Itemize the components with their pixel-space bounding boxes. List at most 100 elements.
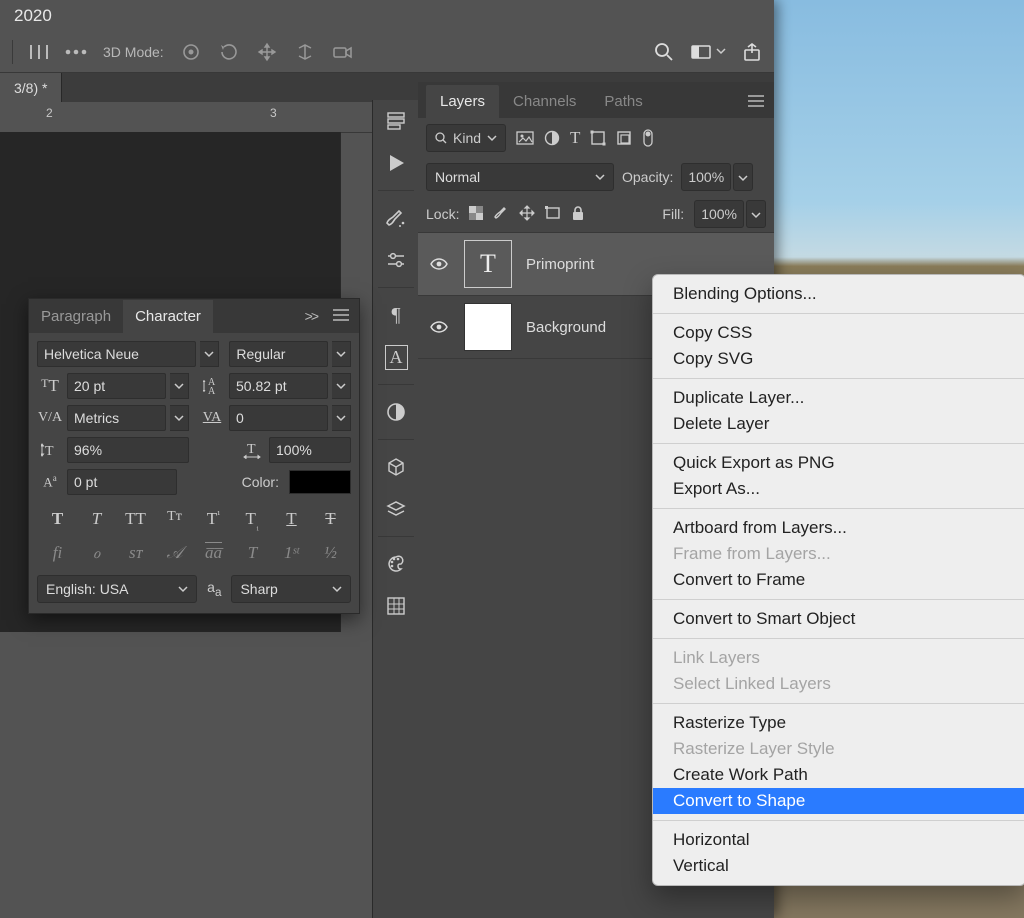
- font-family-select[interactable]: Helvetica Neue: [37, 341, 196, 367]
- ordinal-1st-button[interactable]: 1ˢᵗ: [278, 543, 306, 563]
- font-family-caret[interactable]: [200, 341, 219, 367]
- color-swatch[interactable]: [289, 470, 351, 494]
- menu-item-quick-export-as-png[interactable]: Quick Export as PNG: [653, 450, 1024, 476]
- paragraph-panel-icon[interactable]: ¶: [373, 294, 419, 336]
- menu-item-convert-to-shape[interactable]: Convert to Shape: [653, 788, 1024, 814]
- faux-italic-button[interactable]: T: [83, 509, 111, 531]
- tab-channels[interactable]: Channels: [499, 85, 590, 118]
- camera-icon[interactable]: [332, 43, 354, 61]
- panel-menu-icon[interactable]: [323, 308, 359, 324]
- antialias-select[interactable]: Sharp: [231, 575, 351, 603]
- strikethrough-button[interactable]: T: [317, 509, 345, 531]
- menu-item-copy-css[interactable]: Copy CSS: [653, 320, 1024, 346]
- font-style-caret[interactable]: [332, 341, 351, 367]
- opacity-caret[interactable]: [733, 163, 753, 191]
- stylistic-button[interactable]: sᴛ: [122, 543, 150, 563]
- fractions-button[interactable]: ½: [317, 543, 345, 563]
- menu-item-delete-layer[interactable]: Delete Layer: [653, 411, 1024, 437]
- baseline-input[interactable]: 0 pt: [67, 469, 177, 495]
- tab-character[interactable]: Character: [123, 300, 213, 333]
- menu-item-vertical[interactable]: Vertical: [653, 853, 1024, 879]
- filter-adjust-icon[interactable]: [544, 130, 560, 146]
- ligatures-button[interactable]: fi: [44, 543, 72, 563]
- subscript-button[interactable]: T₁: [239, 509, 267, 531]
- faux-bold-button[interactable]: T: [44, 509, 72, 531]
- share-icon[interactable]: [742, 42, 762, 62]
- titling-button[interactable]: a̅a̅: [200, 543, 228, 563]
- doc-tab[interactable]: 3/8) *: [0, 73, 62, 103]
- filter-shape-icon[interactable]: [590, 130, 606, 146]
- filter-toggle-icon[interactable]: [642, 128, 654, 148]
- kerning-input[interactable]: Metrics: [67, 405, 166, 431]
- panel-menu-icon[interactable]: [738, 86, 774, 118]
- vscale-input[interactable]: 96%: [67, 437, 189, 463]
- properties-grid-icon[interactable]: [373, 585, 419, 627]
- search-icon[interactable]: [654, 42, 674, 62]
- screen-mode-icon[interactable]: [690, 43, 726, 61]
- menu-item-rasterize-type[interactable]: Rasterize Type: [653, 710, 1024, 736]
- visibility-toggle[interactable]: [428, 257, 450, 271]
- lock-pixels-icon[interactable]: [493, 205, 509, 224]
- tab-paragraph[interactable]: Paragraph: [29, 300, 123, 333]
- leading-caret[interactable]: [332, 373, 351, 399]
- roll-icon[interactable]: [218, 42, 240, 62]
- menu-item-duplicate-layer[interactable]: Duplicate Layer...: [653, 385, 1024, 411]
- brush-settings-icon[interactable]: [373, 239, 419, 281]
- menu-item-artboard-from-layers[interactable]: Artboard from Layers...: [653, 515, 1024, 541]
- filter-smart-icon[interactable]: [616, 130, 632, 146]
- ordinals-button[interactable]: T: [239, 543, 267, 563]
- hscale-input[interactable]: 100%: [269, 437, 351, 463]
- layer-name[interactable]: Primoprint: [526, 256, 594, 273]
- history-panel-icon[interactable]: [373, 100, 419, 142]
- menu-item-convert-to-frame[interactable]: Convert to Frame: [653, 567, 1024, 593]
- orbit-icon[interactable]: [180, 42, 202, 62]
- expand-icon[interactable]: >>: [299, 308, 323, 324]
- lock-artboard-icon[interactable]: [545, 205, 561, 224]
- tab-layers[interactable]: Layers: [426, 85, 499, 118]
- slide-icon[interactable]: [294, 42, 316, 62]
- filter-type-icon[interactable]: T: [570, 128, 580, 148]
- smallcaps-button[interactable]: Tᴛ: [161, 509, 189, 531]
- adjustments-icon[interactable]: [373, 391, 419, 433]
- tab-paths[interactable]: Paths: [590, 85, 656, 118]
- layers-small-icon[interactable]: [373, 488, 419, 530]
- underline-button[interactable]: T: [278, 509, 306, 531]
- visibility-toggle[interactable]: [428, 320, 450, 334]
- menu-item-copy-svg[interactable]: Copy SVG: [653, 346, 1024, 372]
- filter-pixel-icon[interactable]: [516, 130, 534, 146]
- blend-mode-select[interactable]: Normal: [426, 163, 614, 191]
- actions-play-icon[interactable]: [373, 142, 419, 184]
- language-select[interactable]: English: USA: [37, 575, 197, 603]
- kind-filter-select[interactable]: Kind: [426, 124, 506, 152]
- align-icon[interactable]: [29, 43, 49, 61]
- superscript-button[interactable]: T¹: [200, 509, 228, 531]
- lock-position-icon[interactable]: [519, 205, 535, 224]
- menu-item-export-as[interactable]: Export As...: [653, 476, 1024, 502]
- font-size-input[interactable]: 20 pt: [67, 373, 166, 399]
- font-size-caret[interactable]: [170, 373, 189, 399]
- menu-item-horizontal[interactable]: Horizontal: [653, 827, 1024, 853]
- kerning-caret[interactable]: [170, 405, 189, 431]
- 3d-panel-icon[interactable]: [373, 446, 419, 488]
- swash-button[interactable]: 𝒜: [161, 543, 189, 563]
- brush-panel-icon[interactable]: [373, 197, 419, 239]
- menu-item-blending-options[interactable]: Blending Options...: [653, 281, 1024, 307]
- more-icon[interactable]: [65, 49, 87, 55]
- layer-thumb-pixel[interactable]: [464, 303, 512, 351]
- tracking-caret[interactable]: [332, 405, 351, 431]
- menu-item-create-work-path[interactable]: Create Work Path: [653, 762, 1024, 788]
- layer-thumb-text[interactable]: T: [464, 240, 512, 288]
- font-style-select[interactable]: Regular: [229, 341, 328, 367]
- menu-item-convert-to-smart-object[interactable]: Convert to Smart Object: [653, 606, 1024, 632]
- layer-name[interactable]: Background: [526, 319, 606, 336]
- contextual-button[interactable]: ℴ: [83, 543, 111, 563]
- fill-input[interactable]: 100%: [694, 200, 744, 228]
- lock-all-icon[interactable]: [571, 205, 585, 224]
- character-panel-icon[interactable]: A: [373, 336, 419, 378]
- allcaps-button[interactable]: TT: [122, 509, 150, 531]
- leading-input[interactable]: 50.82 pt: [229, 373, 328, 399]
- tracking-input[interactable]: 0: [229, 405, 328, 431]
- lock-transparent-icon[interactable]: [469, 206, 483, 223]
- pan-icon[interactable]: [256, 42, 278, 62]
- fill-caret[interactable]: [746, 200, 766, 228]
